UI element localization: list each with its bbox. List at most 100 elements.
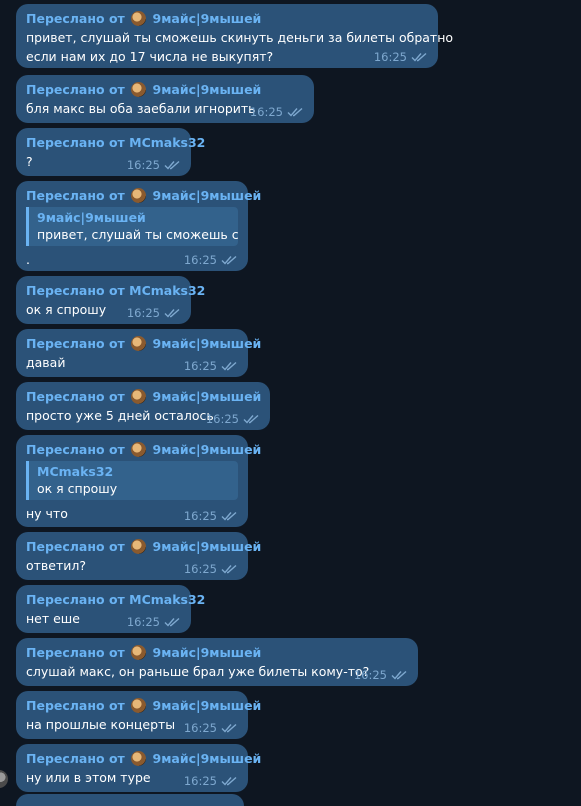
forward-sender[interactable]: 9майс|9мышей	[153, 698, 262, 713]
message-meta: 16:25	[184, 562, 238, 576]
forward-prefix: Переслано от	[26, 645, 125, 660]
forward-sender[interactable]: MCmaks32	[129, 135, 205, 150]
message-meta: 16:25	[354, 668, 408, 682]
forward-prefix: Переслано от	[26, 698, 125, 713]
user-avatar	[131, 539, 147, 554]
message-text: слушай макс, он раньше брал уже билеты к…	[26, 664, 370, 679]
message-time: 16:25	[183, 509, 217, 523]
message-time: 16:25	[205, 412, 239, 426]
forwarded-header[interactable]: Переслано от 9майс|9мышей	[26, 187, 261, 205]
double-check-icon	[391, 670, 407, 680]
message-time: 16:25	[249, 105, 283, 119]
forwarded-header[interactable]: Переслано от MCmaks32	[26, 591, 205, 609]
double-check-icon	[164, 617, 180, 627]
user-avatar	[131, 336, 147, 351]
user-avatar	[131, 751, 147, 766]
double-check-icon	[221, 255, 237, 265]
forwarded-header[interactable]: Переслано от 9майс|9мышей	[26, 10, 428, 28]
forwarded-header[interactable]: Переслано от 9майс|9мышей	[26, 81, 304, 99]
forwarded-header[interactable]: Переслано от 9майс|9мышей	[26, 335, 261, 353]
message-bubble[interactable]: Переслано от 9майс|9мышей MCmaks32 ок я сп…	[16, 435, 261, 527]
message-bubble[interactable]: Переслано от MCmaks32? 16:25	[16, 128, 205, 176]
forward-sender[interactable]: 9майс|9мышей	[153, 645, 262, 660]
forward-sender[interactable]: 9майс|9мышей	[153, 11, 262, 26]
message-meta: 16:25	[184, 359, 238, 373]
double-check-icon	[221, 361, 237, 371]
message-time: 16:25	[126, 615, 160, 629]
forward-sender[interactable]: 9майс|9мышей	[153, 539, 262, 554]
forward-sender[interactable]: 9майс|9мышей	[153, 442, 262, 457]
user-avatar	[131, 442, 147, 457]
reply-quote[interactable]: 9майс|9мышей привет, слушай ты сможешь с.…	[26, 207, 238, 246]
forward-sender[interactable]: 9майс|9мышей	[153, 751, 262, 766]
message-bubble[interactable]: Переслано от 9майс|9мышей ну или в этом т…	[16, 744, 261, 792]
chat-history: Переслано от 9майс|9мышей привет, слушай …	[0, 0, 581, 800]
message-bubble[interactable]: Переслано от 9майс|9мышей слушай макс, он…	[16, 638, 418, 686]
message-time: 16:25	[183, 359, 217, 373]
message-meta: 16:25	[374, 50, 428, 64]
forwarded-header[interactable]: Переслано от 9майс|9мышей	[26, 644, 408, 662]
double-check-icon	[164, 308, 180, 318]
quote-text: ок я спрошу	[37, 481, 118, 496]
reply-quote[interactable]: MCmaks32 ок я спрошу	[26, 461, 238, 500]
message-time: 16:25	[183, 562, 217, 576]
forward-prefix: Переслано от	[26, 11, 125, 26]
quote-text: привет, слушай ты сможешь с...	[37, 227, 238, 242]
user-avatar	[131, 188, 147, 203]
message-time: 16:25	[183, 721, 217, 735]
forward-prefix: Переслано от	[26, 389, 125, 404]
message-time: 16:25	[183, 253, 217, 267]
forward-sender[interactable]: MCmaks32	[129, 283, 205, 298]
message-bubble[interactable]: Переслано от 9майс|9мышей давай 16:25	[16, 329, 261, 377]
next-message-bubble[interactable]	[16, 794, 244, 806]
message-bubble[interactable]: Переслано от MCmaks32 ок я спрошу 16:25	[16, 276, 205, 324]
quote-author: 9майс|9мышей	[37, 210, 146, 225]
message-bubble[interactable]: Переслано от MCmaks32 нет еше 16:25	[16, 585, 205, 633]
message-time: 16:25	[353, 668, 387, 682]
message-time: 16:25	[126, 158, 160, 172]
forward-prefix: Переслано от	[26, 442, 125, 457]
forward-prefix: Переслано от	[26, 592, 125, 607]
double-check-icon	[221, 776, 237, 786]
quote-author: MCmaks32	[37, 464, 114, 479]
double-check-icon	[221, 723, 237, 733]
message-meta: 16:25	[127, 158, 181, 172]
forwarded-header[interactable]: Переслано от 9майс|9мышей	[26, 538, 261, 556]
forward-sender[interactable]: 9майс|9мышей	[153, 82, 262, 97]
message-time: 16:25	[126, 306, 160, 320]
message-meta: 16:25	[184, 774, 238, 788]
forward-prefix: Переслано от	[26, 336, 125, 351]
forward-sender[interactable]: 9майс|9мышей	[153, 336, 262, 351]
message-bubble[interactable]: Переслано от 9майс|9мышей ответил? 16:25	[16, 532, 261, 580]
forwarded-header[interactable]: Переслано от MCmaks32	[26, 134, 205, 152]
forwarded-header[interactable]: Переслано от 9майс|9мышей	[26, 750, 261, 768]
message-time: 16:25	[373, 50, 407, 64]
message-time: 16:25	[183, 774, 217, 788]
forward-sender[interactable]: 9майс|9мышей	[153, 389, 262, 404]
message-meta: 16:25	[127, 615, 181, 629]
message-bubble[interactable]: Переслано от 9майс|9мышей привет, слушай …	[16, 4, 454, 68]
forwarded-header[interactable]: Переслано от MCmaks32	[26, 282, 205, 300]
message-bubble[interactable]: Переслано от 9майс|9мышей 9майс|9мышей при…	[16, 181, 261, 271]
forward-prefix: Переслано от	[26, 82, 125, 97]
message-text: привет, слушай ты сможешь скинуть деньги…	[26, 30, 454, 45]
user-avatar	[131, 82, 147, 97]
forwarded-header[interactable]: Переслано от 9майс|9мышей	[26, 697, 261, 715]
message-bubble[interactable]: Переслано от 9майс|9мышей бля макс вы оба…	[16, 75, 314, 123]
double-check-icon	[411, 52, 427, 62]
user-avatar	[131, 389, 147, 404]
message-bubble[interactable]: Переслано от 9майс|9мышей на прошлые конц…	[16, 691, 261, 739]
message-meta: 16:25	[206, 412, 260, 426]
message-bubble[interactable]: Переслано от 9майс|9мышей просто уже 5 дн…	[16, 382, 270, 430]
forwarded-header[interactable]: Переслано от 9майс|9мышей	[26, 388, 262, 406]
double-check-icon	[287, 107, 303, 117]
message-meta: 16:25	[184, 253, 238, 267]
message-meta: 16:25	[127, 306, 181, 320]
forward-sender[interactable]: MCmaks32	[129, 592, 205, 607]
forward-prefix: Переслано от	[26, 283, 125, 298]
forward-sender[interactable]: 9майс|9мышей	[153, 188, 262, 203]
forwarded-header[interactable]: Переслано от 9майс|9мышей	[26, 441, 261, 459]
forward-prefix: Переслано от	[26, 188, 125, 203]
message-meta: 16:25	[184, 509, 238, 523]
forward-prefix: Переслано от	[26, 539, 125, 554]
